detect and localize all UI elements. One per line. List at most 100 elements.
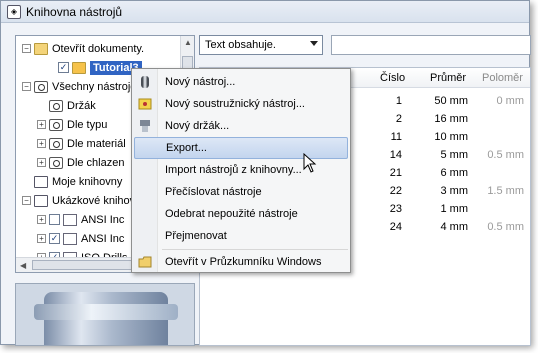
turning-tool-icon	[138, 97, 152, 111]
cell-number: 1	[395, 95, 402, 107]
mill-tool-icon	[138, 75, 152, 89]
menu-item-import-tools[interactable]: Import nástrojů z knihovny...	[132, 159, 350, 181]
column-header-radius[interactable]: Poloměr	[482, 72, 523, 84]
menu-item-label: Import nástrojů z knihovny...	[165, 164, 302, 176]
filter-dropdown-label: Text obsahuje.	[205, 39, 276, 51]
cell-radius: 0 mm	[496, 95, 525, 107]
tree-item-label: Moje knihovny	[52, 175, 123, 188]
tree-checkbox[interactable]	[49, 214, 60, 225]
menu-item-label: Odebrat nepoužité nástroje	[165, 208, 298, 220]
tree-item-my-libraries[interactable]: Moje knihovny	[34, 172, 122, 191]
search-folder-icon	[34, 80, 48, 93]
tree-checkbox[interactable]: ✓	[58, 62, 69, 73]
search-folder-icon	[49, 118, 63, 131]
cell-radius: 0.5 mm	[487, 221, 524, 233]
mouse-cursor-icon	[303, 153, 317, 173]
menu-item-label: Export...	[166, 142, 207, 154]
tree-item-label: Otevřít dokumenty.	[52, 42, 145, 55]
folder-icon	[34, 194, 48, 207]
tree-item-label: Dle materiál	[67, 137, 126, 150]
tree-item-by-material[interactable]: + Dle materiál	[37, 134, 126, 153]
column-header-diameter[interactable]: Průměr	[430, 72, 466, 84]
cell-number: 11	[390, 131, 402, 143]
cell-number: 14	[389, 149, 402, 161]
cell-diameter: 3 mm	[440, 185, 469, 197]
tree-item-library[interactable]: + ✓ ANSI Inc	[37, 229, 124, 248]
search-folder-icon	[49, 99, 63, 112]
collapse-toggle[interactable]: −	[22, 44, 31, 53]
tree-item-label: Všechny nástroje	[52, 80, 137, 93]
expand-toggle[interactable]: +	[37, 139, 46, 148]
tree-item-by-coolant[interactable]: + Dle chlazen	[37, 153, 124, 172]
expand-toggle[interactable]: +	[37, 234, 46, 243]
tree-item-tutorial3[interactable]: ✓ Tutorial3	[58, 58, 142, 77]
search-folder-icon	[49, 137, 63, 150]
library-icon: ◈	[7, 4, 21, 19]
tree-item-label: Ukázkové knihov	[52, 194, 136, 207]
tree-item-label: ANSI Inc	[81, 213, 125, 226]
tree-checkbox[interactable]: ✓	[49, 233, 60, 244]
scroll-up-arrow-icon[interactable]: ▲	[184, 38, 192, 47]
tool-library-window: ◈ Knihovna nástrojů − Otevřít dokumenty.…	[0, 0, 531, 346]
cell-diameter: 5 mm	[440, 149, 469, 161]
collapse-toggle[interactable]: −	[22, 196, 31, 205]
tree-item-label: Dle chlazen	[67, 156, 125, 169]
tree-item-label: ANSI Inc	[81, 232, 125, 245]
cell-number: 21	[389, 167, 402, 179]
menu-item-new-turning-tool[interactable]: Nový soustružnický nástroj...	[132, 93, 350, 115]
menu-item-open-in-explorer[interactable]: Otevřít v Průzkumníku Windows	[132, 251, 350, 273]
cell-number: 24	[389, 221, 402, 233]
search-folder-icon	[49, 156, 63, 169]
folder-icon	[138, 255, 152, 269]
cell-number: 22	[389, 185, 402, 197]
menu-item-remove-unused[interactable]: Odebrat nepoužité nástroje	[132, 203, 350, 225]
tree-item-sample-libraries[interactable]: − Ukázkové knihov	[22, 191, 135, 210]
expand-toggle[interactable]: +	[37, 158, 46, 167]
menu-item-label: Nový držák...	[165, 120, 230, 132]
cell-diameter: 16 mm	[434, 113, 468, 125]
scroll-left-arrow-icon[interactable]: ◀	[20, 261, 26, 270]
document-folder-icon	[72, 61, 86, 74]
tool-library-icon	[63, 232, 77, 245]
cell-diameter: 50 mm	[434, 95, 468, 107]
holder-icon	[138, 119, 152, 133]
tree-item-holder[interactable]: Držák	[49, 96, 96, 115]
tool-preview	[15, 283, 195, 346]
collapse-toggle[interactable]: −	[22, 82, 31, 91]
tree-item-all-tools[interactable]: − Všechny nástroje	[22, 77, 136, 96]
tree-item-label: Držák	[67, 99, 96, 112]
chevron-down-icon	[310, 41, 318, 46]
window-title: Knihovna nástrojů	[26, 4, 123, 19]
title-bar: ◈ Knihovna nástrojů	[1, 1, 529, 23]
holder-ring-image	[34, 304, 178, 320]
menu-item-label: Přečíslovat nástroje	[165, 186, 262, 198]
folder-icon	[34, 175, 48, 188]
menu-item-renumber-tools[interactable]: Přečíslovat nástroje	[132, 181, 350, 203]
column-header-number[interactable]: Číslo	[380, 72, 405, 84]
expand-toggle[interactable]: +	[37, 215, 46, 224]
cell-number: 2	[395, 113, 402, 125]
menu-item-label: Přejmenovat	[165, 230, 227, 242]
menu-item-rename[interactable]: Přejmenovat	[132, 225, 350, 247]
menu-item-label: Nový soustružnický nástroj...	[165, 98, 305, 110]
cell-number: 23	[389, 203, 402, 215]
expand-toggle[interactable]: +	[37, 120, 46, 129]
menu-item-new-tool[interactable]: Nový nástroj...	[132, 71, 350, 93]
menu-separator	[162, 249, 348, 250]
tree-item-open-documents[interactable]: − Otevřít dokumenty.	[22, 39, 144, 58]
cell-diameter: 1 mm	[440, 203, 469, 215]
cell-radius: 1.5 mm	[487, 185, 524, 197]
cell-diameter: 6 mm	[440, 167, 469, 179]
cell-diameter: 4 mm	[440, 221, 469, 233]
tree-item-label: Dle typu	[67, 118, 108, 131]
filter-text-input[interactable]	[331, 35, 531, 55]
menu-item-label: Nový nástroj...	[165, 76, 236, 88]
filter-dropdown[interactable]: Text obsahuje.	[199, 35, 323, 55]
menu-item-label: Otevřít v Průzkumníku Windows	[165, 256, 322, 268]
tree-item-by-type[interactable]: + Dle typu	[37, 115, 107, 134]
tree-item-library[interactable]: + ANSI Inc	[37, 210, 124, 229]
cell-radius: 0.5 mm	[487, 149, 524, 161]
cell-diameter: 10 mm	[434, 131, 468, 143]
menu-item-new-holder[interactable]: Nový držák...	[132, 115, 350, 137]
open-folder-icon	[34, 42, 48, 55]
